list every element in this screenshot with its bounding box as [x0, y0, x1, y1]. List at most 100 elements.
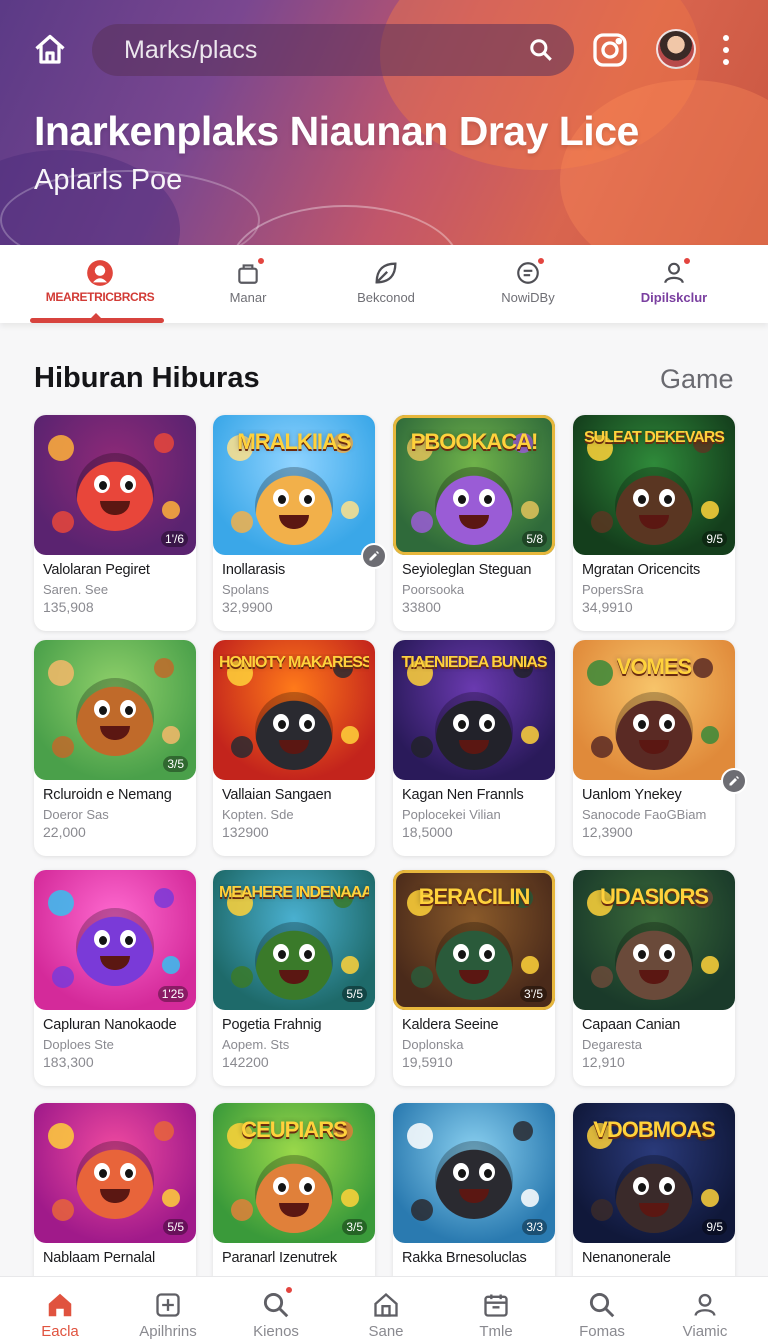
- rating-badge: 5/5: [342, 986, 367, 1002]
- house-outline-icon: [370, 1289, 402, 1321]
- mascot-eye: [273, 489, 289, 507]
- game-logo-text: MRALKIIAS: [237, 429, 351, 454]
- nav-item-apps[interactable]: Apilhrins: [118, 1277, 218, 1344]
- download-count: 183,300: [43, 1054, 94, 1070]
- game-card[interactable]: VOMES Uanlom Ynekey Sanocode FaoGBiam 12,39…: [573, 640, 747, 856]
- nav-label: Apilhrins: [139, 1323, 197, 1340]
- tab-label: MEARETRICBRCRS: [45, 290, 155, 304]
- game-thumbnail[interactable]: VOMES: [573, 640, 735, 780]
- rating-badge: 1'25: [157, 986, 188, 1002]
- notification-badge: [284, 1285, 294, 1295]
- nav-item-home[interactable]: Eacla: [10, 1277, 110, 1344]
- download-count: 19,5910: [402, 1054, 453, 1070]
- game-logo-text: HONIOTY MAKARESS: [219, 654, 369, 671]
- nav-item-kienos[interactable]: Kienos: [226, 1277, 326, 1344]
- game-thumbnail[interactable]: BERACILIN 3'/5: [393, 870, 555, 1010]
- game-card[interactable]: 1'/6 Valolaran Pegiret Saren. See 135,908: [34, 415, 196, 631]
- mascot-eye: [479, 1163, 495, 1181]
- section-link[interactable]: Game: [660, 364, 734, 395]
- thumbnail-decoration: [411, 966, 433, 988]
- tab-user[interactable]: Dipilskclur: [604, 245, 744, 323]
- game-thumbnail[interactable]: HONIOTY MAKARESS: [213, 640, 375, 780]
- mascot-eye: [299, 1177, 315, 1195]
- home-button[interactable]: [28, 28, 72, 72]
- game-publisher: PopersSra: [582, 582, 644, 597]
- thumbnail-decoration: [591, 511, 613, 533]
- instagram-icon[interactable]: [590, 30, 630, 70]
- search-bar[interactable]: [92, 24, 574, 76]
- game-thumbnail[interactable]: 1'25: [34, 870, 196, 1010]
- game-thumbnail[interactable]: 5/5: [34, 1103, 196, 1243]
- category-tabs: MEARETRICBRCRS Manar Bekconod NowiDBy Di…: [0, 245, 768, 323]
- mascot-eye: [273, 1177, 289, 1195]
- game-thumbnail[interactable]: SULEAT DEKEVARS 9/5: [573, 415, 735, 555]
- nav-label: Tmle: [479, 1323, 513, 1340]
- mascot-character: [76, 908, 154, 986]
- game-logo-text: CEUPIARS: [241, 1117, 348, 1142]
- game-thumbnail[interactable]: PBOOKACA! 5/8: [393, 415, 555, 555]
- nav-item-fomas[interactable]: Fomas: [552, 1277, 652, 1344]
- game-card[interactable]: TIAENIEDEA BUNIAS Kagan Nen Frannls Poploc…: [393, 640, 555, 856]
- game-card[interactable]: MRALKIIAS Inollarasis Spolans 32,9900: [213, 415, 387, 631]
- tab-chat[interactable]: NowiDBy: [458, 245, 598, 323]
- bag-icon: [234, 256, 266, 287]
- tab-bag[interactable]: Manar: [178, 245, 318, 323]
- mascot-eye: [453, 1163, 469, 1181]
- rating-badge: 9/5: [702, 531, 727, 547]
- game-thumbnail[interactable]: UDASIORS: [573, 870, 735, 1010]
- mascot-mouth: [279, 515, 309, 529]
- game-thumbnail[interactable]: CEUPIARS 3/5: [213, 1103, 375, 1243]
- avatar[interactable]: [656, 29, 696, 69]
- nav-label: Sane: [368, 1323, 404, 1340]
- game-card[interactable]: 1'25 Capluran Nanokaode Doploes Ste 183,300: [34, 870, 196, 1086]
- game-thumbnail[interactable]: VDOBMOAS 9/5: [573, 1103, 735, 1243]
- thumbnail-decoration: [231, 966, 253, 988]
- game-thumbnail[interactable]: MEAHERE INDENAAAS 5/5: [213, 870, 375, 1010]
- tab-leaf[interactable]: Bekconod: [316, 245, 456, 323]
- thumbnail-decoration: [154, 433, 174, 453]
- game-card[interactable]: 3/5 Rcluroidn e Nemang Doeror Sas 22,000: [34, 640, 196, 856]
- game-publisher: Spolans: [222, 582, 269, 597]
- game-card[interactable]: UDASIORS Capaan Canian Degaresta 12,910: [573, 870, 735, 1086]
- game-thumbnail[interactable]: 1'/6: [34, 415, 196, 555]
- thumbnail-decoration: [407, 1123, 433, 1149]
- thumbnail-decoration: [52, 1199, 74, 1221]
- search-icon[interactable]: [526, 35, 556, 65]
- mascot-character: [435, 692, 513, 770]
- game-card[interactable]: HONIOTY MAKARESS Vallaian Sangaen Kopten. …: [213, 640, 375, 856]
- notification-badge: [682, 256, 692, 266]
- tab-profile[interactable]: MEARETRICBRCRS: [30, 245, 170, 323]
- game-title: Pogetia Frahnig: [222, 1017, 322, 1033]
- mascot-eye: [659, 1177, 675, 1195]
- game-card[interactable]: BERACILIN 3'/5 Kaldera Seeine Doplonska 19,5…: [393, 870, 555, 1086]
- thumbnail-decoration: [701, 726, 719, 744]
- mascot-mouth: [459, 1189, 489, 1203]
- profile-icon: [86, 259, 114, 287]
- mascot-mouth: [100, 726, 130, 740]
- mascot-eye: [273, 714, 289, 732]
- nav-item-sane[interactable]: Sane: [336, 1277, 436, 1344]
- game-title: Kagan Nen Frannls: [402, 787, 524, 803]
- mascot-eye: [94, 1163, 110, 1181]
- game-card[interactable]: PBOOKACA! 5/8 Seyioleglan Steguan Poorsooka…: [393, 415, 555, 631]
- nav-label: Kienos: [253, 1323, 299, 1340]
- mascot-eye: [453, 944, 469, 962]
- more-vertical-icon[interactable]: [714, 30, 738, 70]
- search-input[interactable]: [124, 35, 526, 65]
- game-thumbnail[interactable]: 3/5: [34, 640, 196, 780]
- game-thumbnail[interactable]: 3/3: [393, 1103, 555, 1243]
- game-card[interactable]: SULEAT DEKEVARS 9/5 Mgratan Oricencits Pope…: [573, 415, 735, 631]
- game-logo-text: MEAHERE INDENAAAS: [219, 884, 369, 901]
- nav-item-tmle[interactable]: Tmle: [446, 1277, 546, 1344]
- thumbnail-decoration: [411, 1199, 433, 1221]
- game-card[interactable]: MEAHERE INDENAAAS 5/5 Pogetia Frahnig Aopem…: [213, 870, 375, 1086]
- mascot-eye: [94, 475, 110, 493]
- nav-item-viamic[interactable]: Viamic: [655, 1277, 755, 1344]
- thumbnail-decoration: [162, 956, 180, 974]
- bottom-navigation: Eacla Apilhrins Kienos Sane Tmle Fomas V…: [0, 1276, 768, 1344]
- game-thumbnail[interactable]: TIAENIEDEA BUNIAS: [393, 640, 555, 780]
- thumbnail-decoration: [154, 888, 174, 908]
- thumbnail-decoration: [341, 726, 359, 744]
- nav-label: Fomas: [579, 1323, 625, 1340]
- game-thumbnail[interactable]: MRALKIIAS: [213, 415, 375, 555]
